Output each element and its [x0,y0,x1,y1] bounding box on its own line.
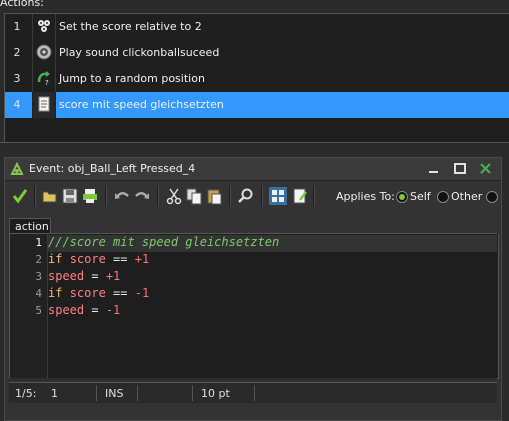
line-number: 3 [35,270,42,283]
code-line-5[interactable]: speed = -1 [48,303,120,320]
code-editor[interactable]: 1 2 3 4 5 ///score mit speed gleichsetzt… [9,234,499,379]
code-line-4[interactable]: if score == -1 [48,286,149,303]
action-label: Jump to a random position [59,72,205,85]
speaker-icon [36,44,52,60]
line-number: 5 [35,304,42,317]
actions-label: Actions: [0,0,44,9]
redo-icon[interactable] [133,187,151,205]
actions-list[interactable]: 1 Set the score relative to 2 2 Play sou… [4,13,509,142]
line-number: 4 [35,287,42,300]
undo-icon[interactable] [113,187,131,205]
action-number: 2 [13,46,21,59]
action-row-3[interactable]: 3 ? Jump to a random position [5,66,509,92]
script-icon [38,96,50,112]
action-number: 1 [13,20,21,33]
divider [0,142,509,143]
window-titlebar[interactable]: Event: obj_Ball_Left Pressed_4 [5,158,501,181]
horizontal-scrollbar[interactable] [9,378,497,381]
event-window: Event: obj_Ball_Left Pressed_4 Applies T… [4,157,502,421]
gamemaker-logo-icon [10,162,24,175]
minimize-icon[interactable] [425,161,443,177]
status-insert-mode: INS [105,387,124,400]
line-number: 1 [35,236,42,249]
action-label: score mit speed gleichsetzten [59,98,224,111]
svg-text:?: ? [45,79,49,86]
radio-self-label: Self [410,190,431,203]
radio-self[interactable] [396,191,408,203]
line-number: 2 [35,253,42,266]
close-icon[interactable] [477,161,495,177]
applies-to-label: Applies To: [336,190,395,203]
status-column: 1 [51,387,58,400]
score-icon [38,20,50,32]
actions-header: Actions: [0,0,509,12]
status-line-position: 1/5: [15,387,37,400]
action-label: Set the score relative to 2 [59,20,202,33]
checkmark-icon[interactable] [11,187,29,205]
random-jump-icon: ? [37,71,50,86]
script-edit-icon[interactable] [291,187,309,205]
search-icon[interactable] [237,187,255,205]
window-title: Event: obj_Ball_Left Pressed_4 [29,162,196,175]
line-number-gutter: 1 2 3 4 5 [10,234,48,378]
tab-action[interactable]: action [9,218,51,234]
print-icon[interactable] [81,187,99,205]
status-bar: 1/5: 1 INS 10 pt [9,382,497,403]
code-line-2[interactable]: if score == +1 [48,252,149,269]
action-row-1[interactable]: 1 Set the score relative to 2 [5,14,509,40]
maximize-icon[interactable] [451,161,469,177]
paste-icon[interactable] [205,187,223,205]
code-line-1[interactable]: ///score mit speed gleichsetzten [48,235,497,252]
radio-other-label: Other [451,190,483,203]
tab-label: action [15,220,49,233]
action-row-2[interactable]: 2 Play sound clickonballsuceed [5,40,509,66]
action-number: 3 [13,72,21,85]
status-font-size: 10 pt [201,387,230,400]
toolbar: Applies To: Self Other [5,181,501,211]
code-line-3[interactable]: speed = +1 [48,269,120,286]
radio-other[interactable] [437,191,449,203]
action-label: Play sound clickonballsuceed [59,46,220,59]
cut-icon[interactable] [165,187,183,205]
open-folder-icon[interactable] [41,187,59,205]
copy-icon[interactable] [185,187,203,205]
snippets-icon[interactable] [269,187,287,205]
action-row-4[interactable]: 4 score mit speed gleichsetzten [5,92,509,118]
save-icon[interactable] [61,187,79,205]
radio-object[interactable] [486,191,498,203]
action-number: 4 [13,98,21,111]
